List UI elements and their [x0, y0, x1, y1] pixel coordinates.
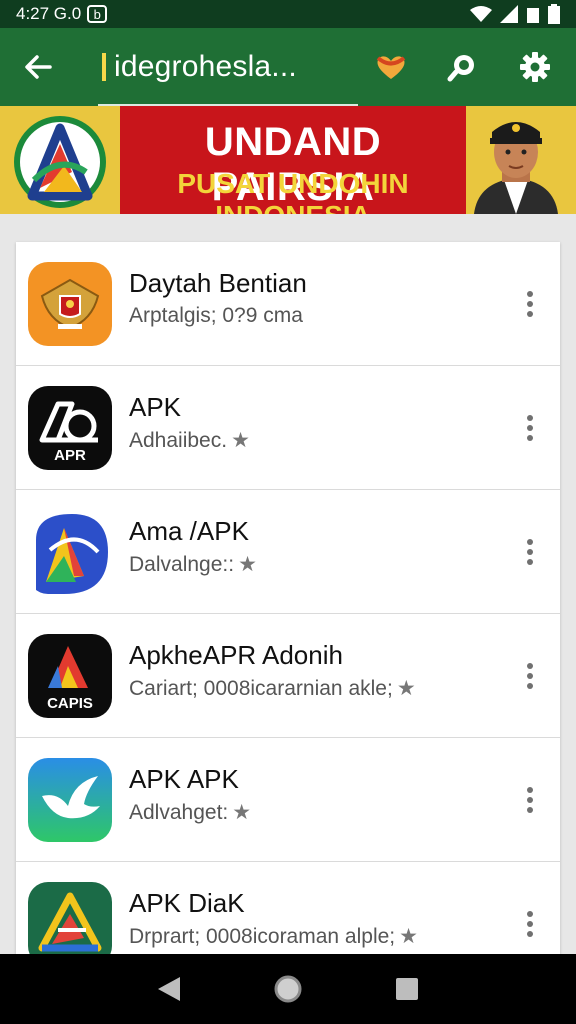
app-name: APK APK: [129, 764, 239, 794]
more-options-icon[interactable]: [518, 900, 542, 948]
more-options-icon[interactable]: [518, 528, 542, 576]
nav-home-icon[interactable]: [263, 964, 313, 1014]
star-icon: ★: [238, 553, 257, 576]
more-options-icon[interactable]: [518, 404, 542, 452]
app-bar-title: idegrohesla...: [114, 50, 297, 83]
sim-icon: [526, 5, 540, 23]
signal-icon: [500, 5, 518, 23]
star-icon: ★: [399, 925, 418, 948]
status-indicator-icon: b: [87, 5, 108, 23]
app-name: Daytah Bentian: [129, 268, 307, 298]
star-icon: ★: [396, 677, 416, 700]
back-arrow-icon[interactable]: [14, 43, 62, 91]
garuda-emblem-icon: [28, 262, 112, 346]
list-item[interactable]: APK DiaK Drprart; 0008icoraman alple; ★: [16, 862, 560, 954]
battery-icon: [548, 4, 560, 24]
star-icon: ★: [231, 429, 250, 452]
nav-back-icon[interactable]: [144, 964, 194, 1014]
list-item[interactable]: APR APK Adhaiibec. ★: [16, 366, 560, 490]
app-bar: idegrohesla...: [0, 28, 576, 106]
list-item[interactable]: Daytah Bentian Arptalgis; 0?9 cma: [16, 242, 560, 366]
heart-icon[interactable]: [368, 44, 414, 90]
banner-person-illustration-icon: [464, 108, 568, 214]
app-list: Daytah Bentian Arptalgis; 0?9 cma APR AP…: [16, 242, 560, 954]
search-field[interactable]: idegrohesla...: [98, 28, 368, 106]
list-item[interactable]: CAPIS ApkheAPR Adonih Cariart; 0008icara…: [16, 614, 560, 738]
app-name: APK DiaK: [129, 888, 245, 918]
app-subtitle: Drprart; 0008icoraman alple; ★: [129, 925, 418, 948]
banner-logo-icon: [12, 114, 108, 210]
app-subtitle: Arptalgis; 0?9 cma: [129, 304, 303, 327]
apk-shield-icon: APR: [28, 386, 112, 470]
svg-text:CAPIS: CAPIS: [47, 695, 93, 712]
capis-a-icon: CAPIS: [28, 634, 112, 718]
app-subtitle: Adlvahget: ★: [129, 801, 252, 824]
app-name: ApkheAPR Adonih: [129, 640, 343, 670]
system-nav-bar: [0, 954, 576, 1024]
more-options-icon[interactable]: [518, 280, 542, 328]
promo-banner[interactable]: UNDAND PAIRSIA PUSAT UNDOHIN INDONESIA: [0, 106, 576, 214]
search-icon[interactable]: [440, 44, 486, 90]
bird-icon: [28, 758, 112, 842]
more-options-icon[interactable]: [518, 776, 542, 824]
app-subtitle: Cariart; 0008icararnian akle; ★: [129, 677, 416, 700]
app-subtitle: Dalvalnge:: ★: [129, 553, 257, 576]
status-bar: 4:27 G.0 b: [0, 0, 576, 28]
status-time: 4:27 G.0: [16, 4, 82, 23]
app-name: APK: [129, 392, 182, 422]
list-item[interactable]: APK APK Adlvahget: ★: [16, 738, 560, 862]
svg-text:APR: APR: [54, 447, 86, 464]
text-cursor: [102, 53, 106, 81]
app-subtitle: Adhaiibec. ★: [129, 429, 250, 452]
star-icon: ★: [232, 801, 252, 824]
gear-icon[interactable]: [512, 44, 558, 90]
wifi-icon: [470, 5, 492, 23]
triangle-logo-icon: [28, 882, 112, 954]
more-options-icon[interactable]: [518, 652, 542, 700]
app-name: Ama /APK: [129, 516, 249, 546]
banner-subheadline: PUSAT UNDOHIN INDONESIA: [177, 168, 409, 214]
colorful-a-icon: [28, 510, 112, 594]
nav-recents-icon[interactable]: [382, 964, 432, 1014]
list-item[interactable]: Ama /APK Dalvalnge:: ★: [16, 490, 560, 614]
